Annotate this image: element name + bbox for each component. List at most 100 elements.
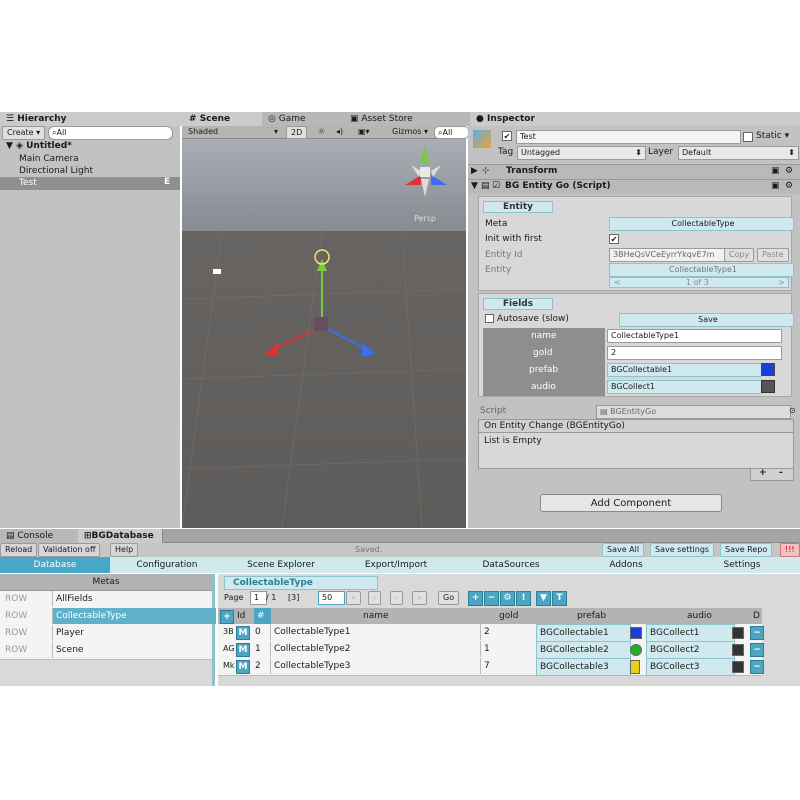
filter-icon[interactable]: ▼ [536, 591, 551, 606]
gizmos-dropdown[interactable]: Gizmos ▾ [392, 127, 428, 136]
tab-console[interactable]: ▤ Console [0, 529, 89, 543]
add-row-icon[interactable]: + [468, 591, 483, 606]
column-header[interactable]: Id [234, 608, 253, 624]
meta-row[interactable]: ROW AllFields [0, 591, 212, 609]
column-header[interactable]: D [750, 608, 760, 624]
meta-row[interactable]: ROW Scene [0, 642, 212, 660]
column-header[interactable]: prefab [574, 608, 606, 624]
page-size-input[interactable]: 50 [318, 591, 345, 605]
warning-button[interactable]: !!! [780, 543, 800, 557]
first-page-icon[interactable]: « [346, 591, 361, 605]
table-row[interactable]: 3B M 0 CollectableType1 2 BGCollectable1… [218, 624, 764, 642]
nav-datasources[interactable]: DataSources [454, 557, 569, 573]
save-repo-button[interactable]: Save Repo [720, 543, 773, 557]
column-header[interactable]: audio [684, 608, 712, 624]
add-icon[interactable]: + [759, 468, 767, 478]
camera-icon[interactable] [212, 266, 222, 276]
validation-button[interactable]: Validation off [38, 543, 101, 557]
help-icon[interactable]: ▣ [771, 166, 780, 176]
add-component-button[interactable]: Add Component [540, 494, 722, 512]
scene-root[interactable]: ▼ ◈ Untitled* [6, 141, 72, 151]
meta-open-button[interactable]: M [236, 626, 250, 640]
reload-button[interactable]: Reload [0, 543, 38, 557]
transform-header[interactable]: ▶ ⊹ Transform ▣ ⚙ [468, 164, 800, 179]
meta-row[interactable]: ROW Player [0, 625, 212, 643]
alert-icon[interactable]: ! [516, 591, 531, 606]
nav-database[interactable]: Database [0, 557, 111, 573]
remove-icon[interactable]: - [779, 468, 783, 478]
tab-asset-store[interactable]: ▣ Asset Store [344, 112, 475, 126]
paste-button[interactable]: Paste [757, 248, 789, 262]
nav-scene-explorer[interactable]: Scene Explorer [224, 557, 339, 573]
gear-icon[interactable]: ⚙ [785, 166, 793, 176]
audio-icon[interactable]: ◂) [336, 127, 343, 136]
column-header[interactable]: gold [496, 608, 518, 624]
add-column-icon[interactable]: + [220, 610, 234, 624]
scene-view[interactable]: Shaded ▾ 2D ☼ ◂) ▣▾ Gizmos ▾ ⌕All Persp [182, 126, 469, 528]
transform-gizmo-icon[interactable] [252, 241, 392, 371]
hierarchy-item[interactable]: Main Camera [19, 154, 79, 164]
delete-row-icon[interactable]: − [750, 626, 764, 640]
autosave-checkbox[interactable] [485, 314, 494, 323]
mode-2d-button[interactable]: 2D [286, 126, 308, 139]
go-button[interactable]: Go [438, 591, 460, 605]
init-with-first-checkbox[interactable]: ✔ [609, 234, 619, 244]
scene-search-input[interactable]: ⌕All [434, 126, 469, 139]
help-button[interactable]: Help [110, 543, 139, 557]
tab-inspector[interactable]: ● Inspector [470, 112, 800, 126]
gear-icon[interactable]: ⚙ [785, 181, 793, 191]
save-button[interactable]: Save [619, 313, 794, 327]
field-value-gold[interactable]: 2 [607, 346, 782, 360]
field-value-audio[interactable]: BGCollect1 [607, 380, 762, 394]
table-row[interactable]: Mk M 2 CollectableType3 7 BGCollectable3… [218, 658, 764, 676]
field-value-prefab[interactable]: BGCollectable1 [607, 363, 762, 377]
delete-row-icon[interactable]: − [750, 660, 764, 674]
delete-row-icon[interactable]: − [750, 643, 764, 657]
tab-scene[interactable]: # Scene [183, 112, 268, 126]
next-icon[interactable]: > [778, 278, 785, 287]
shading-dropdown[interactable]: Shaded [188, 127, 218, 136]
hierarchy-item[interactable]: Directional Light [19, 166, 93, 176]
meta-row-selected[interactable]: ROW CollectableType [0, 608, 216, 626]
tab-game[interactable]: ◎ Game [262, 112, 353, 126]
component-enabled-checkbox[interactable]: ☑ [492, 181, 500, 191]
nav-configuration[interactable]: Configuration [110, 557, 225, 573]
nav-settings[interactable]: Settings [684, 557, 800, 573]
component-header[interactable]: ▼ ▤ ☑ BG Entity Go (Script) ▣ ⚙ [468, 179, 800, 194]
nav-addons[interactable]: Addons [568, 557, 685, 573]
meta-open-button[interactable]: M [236, 660, 250, 674]
sort-icon[interactable]: T [552, 591, 567, 606]
table-row[interactable]: AG M 1 CollectableType2 1 BGCollectable2… [218, 641, 764, 659]
target-icon[interactable]: ⊙ [789, 406, 796, 415]
page-input[interactable]: 1 [250, 591, 267, 605]
help-icon[interactable]: ▣ [771, 181, 780, 191]
create-button[interactable]: Create ▾ [2, 126, 46, 140]
remove-row-icon[interactable]: − [484, 591, 499, 606]
column-header[interactable]: # [254, 608, 271, 624]
copy-button[interactable]: Copy [724, 248, 755, 262]
nav-export-import[interactable]: Export/Import [338, 557, 455, 573]
layer-dropdown[interactable]: Default ⬍ [678, 146, 799, 160]
hierarchy-item-selected[interactable]: Test E [0, 177, 180, 190]
field-value-name[interactable]: CollectableType1 [607, 329, 782, 343]
meta-open-button[interactable]: M [236, 643, 250, 657]
column-header[interactable]: name [360, 608, 389, 624]
tab-hierarchy[interactable]: ☰ Hierarchy [0, 112, 191, 126]
meta-value[interactable]: CollectableType [609, 217, 794, 231]
tab-bgdatabase[interactable]: ⊞BGDatabase [78, 529, 163, 543]
light-icon[interactable]: ☼ [318, 127, 325, 136]
save-settings-button[interactable]: Save settings [650, 543, 715, 557]
next-page-icon[interactable]: › [390, 591, 404, 605]
entity-value[interactable]: CollectableType1 [609, 263, 794, 277]
last-page-icon[interactable]: » [412, 591, 427, 605]
object-name-input[interactable]: Test [516, 130, 741, 144]
orientation-gizmo-icon[interactable] [397, 141, 457, 207]
effects-icon[interactable]: ▣▾ [358, 127, 370, 136]
save-all-button[interactable]: Save All [602, 543, 645, 557]
prev-icon[interactable]: < [614, 278, 621, 287]
table-tab[interactable]: CollectableType [224, 576, 378, 590]
active-checkbox[interactable]: ✔ [502, 131, 512, 141]
prev-page-icon[interactable]: ‹ [368, 591, 382, 605]
static-checkbox[interactable] [743, 132, 753, 142]
hierarchy-search-input[interactable]: ⌕All [48, 126, 173, 140]
